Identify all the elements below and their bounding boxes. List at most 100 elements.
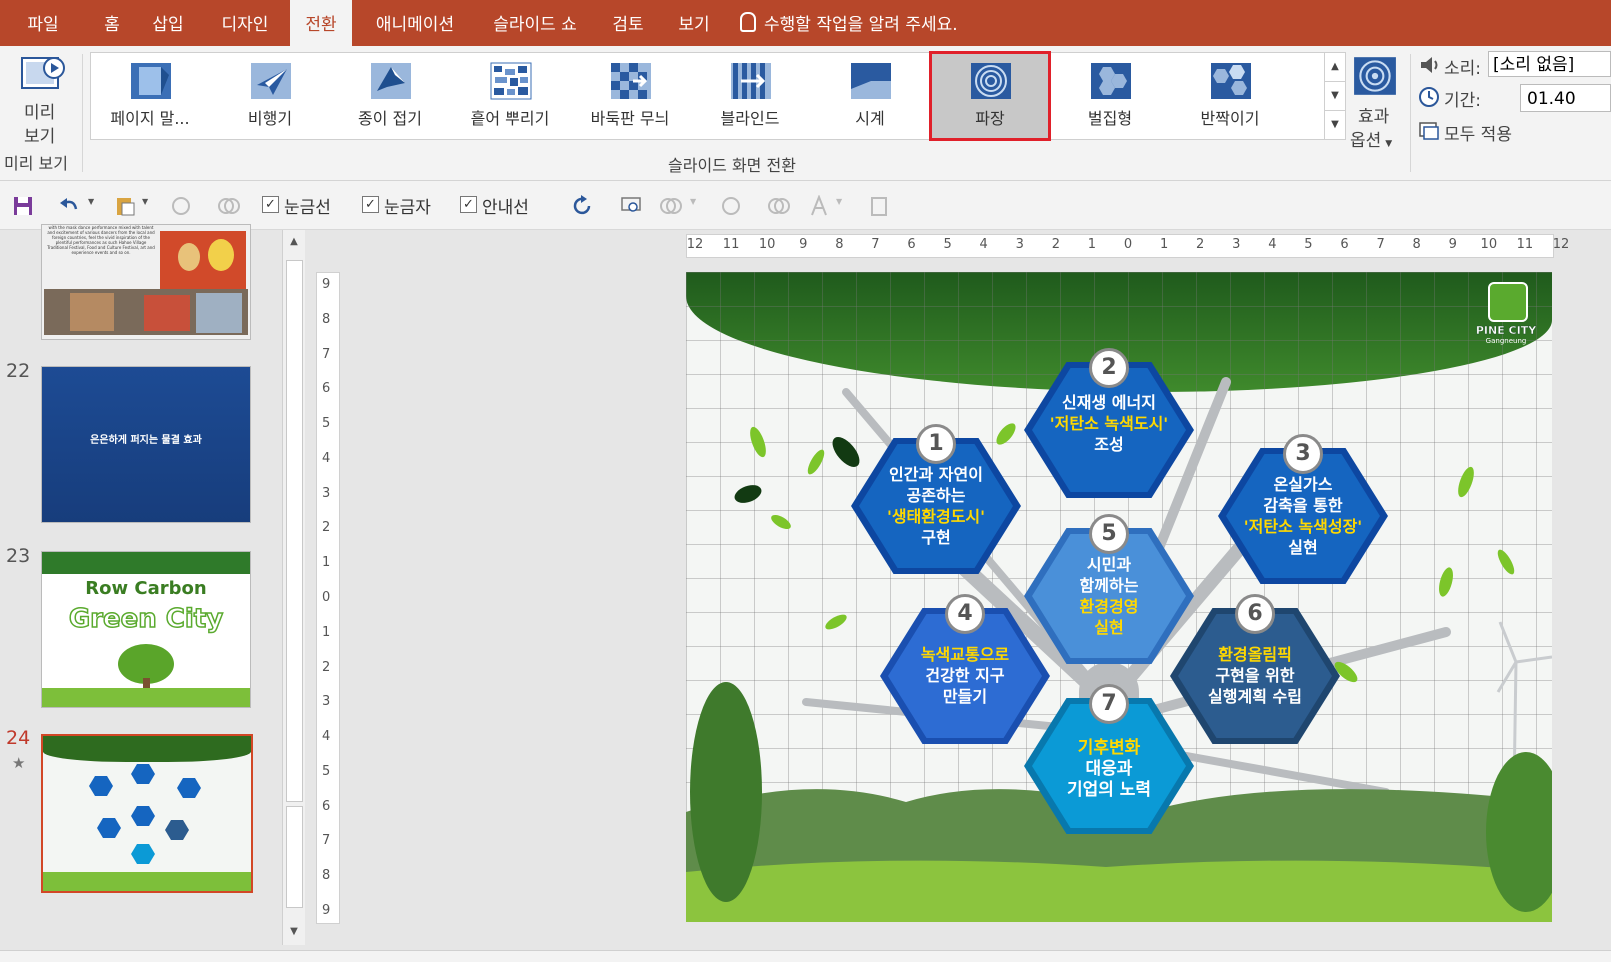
page-curl-icon	[131, 63, 171, 99]
slide-canvas[interactable]: PINE CITY Gangneung 신재생 에너지 '저탄소 녹색도시' 조성 …	[686, 272, 1552, 922]
scroll-up-icon[interactable]: ▲	[283, 230, 305, 254]
transition-checkerboard[interactable]: 바둑판 무늬	[571, 53, 689, 139]
tab-view[interactable]: 보기	[666, 0, 722, 46]
undo-icon[interactable]	[58, 195, 80, 217]
hex-badge-2: 2	[1089, 348, 1129, 388]
gallery-more-button[interactable]: ▼	[1324, 110, 1346, 140]
checkerboard-icon	[611, 63, 651, 99]
tell-me-box[interactable]: 수행할 작업을 알려 주세요.	[740, 0, 958, 46]
tell-me-text: 수행할 작업을 알려 주세요.	[764, 15, 958, 35]
transition-gallery: 페이지 말... 비행기 종이 접기 흩어 뿌리기 바둑판 무늬 블라인드 시계	[90, 51, 1326, 141]
gallery-scroll-up[interactable]: ▲	[1324, 52, 1346, 82]
chevron-down-icon[interactable]: ▼	[142, 197, 148, 206]
transition-page-curl[interactable]: 페이지 말...	[91, 53, 209, 139]
slide21-photo	[160, 231, 246, 295]
ruler-tick-label: 11	[722, 237, 740, 252]
tab-transitions[interactable]: 전환	[290, 0, 352, 46]
apply-all-icon	[1418, 120, 1440, 142]
slide-thumbnail-21[interactable]: with the mask dance performance mixed wi…	[41, 224, 251, 340]
ruler-tick-label: 7	[1376, 237, 1385, 252]
ruler-tick-label: 12	[686, 237, 704, 252]
presenter-icon[interactable]	[620, 195, 642, 217]
reset-icon[interactable]	[572, 195, 594, 217]
status-bar	[0, 950, 1611, 962]
transition-scatter[interactable]: 흩어 뿌리기	[451, 53, 569, 139]
hex-badge-4: 4	[945, 594, 985, 634]
transition-origami[interactable]: 종이 접기	[331, 53, 449, 139]
slide-number-22: 22	[6, 360, 31, 382]
shape-merge-icon	[172, 197, 190, 215]
ruler-tick-label: 1	[1159, 237, 1169, 252]
lightbulb-icon	[740, 12, 756, 32]
ripple-icon	[971, 63, 1011, 99]
shape-subtract-icon	[722, 197, 740, 215]
scrollbar-thumb[interactable]	[286, 806, 303, 908]
shape-union-icon	[218, 198, 240, 214]
slide-thumbnail-24[interactable]	[41, 734, 253, 893]
slide-thumbnail-22[interactable]: 은은하게 퍼지는 물결 효과	[41, 366, 251, 523]
ruler-tick-label: 7	[871, 237, 880, 252]
ruler-tick-label: 3	[322, 694, 331, 710]
tab-animations[interactable]: 애니메이션	[360, 0, 470, 46]
scroll-down-icon[interactable]: ▼	[283, 920, 305, 944]
sound-select[interactable]: [소리 없음]	[1488, 51, 1611, 77]
ruler-tick-label: 8	[322, 311, 331, 327]
save-icon[interactable]	[12, 195, 34, 217]
apply-all-button[interactable]: 모두 적용	[1444, 120, 1512, 145]
ruler-tick-label: 9	[799, 237, 808, 252]
slide22-title: 은은하게 퍼지는 물결 효과	[90, 435, 202, 446]
clock-wipe-icon	[851, 63, 891, 99]
transition-clock[interactable]: 시계	[811, 53, 929, 139]
tab-insert[interactable]: 삽입	[140, 0, 196, 46]
transition-glitter[interactable]: 반짝이기	[1171, 53, 1289, 139]
ruler-tick-label: 3	[322, 485, 331, 501]
guides-checkbox[interactable]: ✓	[460, 196, 477, 213]
chevron-down-icon[interactable]: ▼	[88, 197, 94, 206]
ruler-checkbox[interactable]: ✓	[362, 196, 379, 213]
ruler-tick-label: 4	[322, 450, 331, 466]
slide23-line2: Green City	[68, 603, 224, 635]
ruler-tick-label: 10	[1480, 237, 1498, 252]
transition-blinds[interactable]: 블라인드	[691, 53, 809, 139]
ruler-tick-label: 9	[1448, 237, 1457, 252]
preview-label-1: 미리	[24, 103, 56, 123]
tab-design[interactable]: 디자인	[208, 0, 282, 46]
ruler-tick-label: 6	[907, 237, 916, 252]
paste-icon[interactable]	[114, 195, 136, 217]
hex-badge-5: 5	[1089, 514, 1129, 554]
ruler-tick-label: 2	[1196, 237, 1205, 252]
chevron-down-icon: ▼	[690, 197, 697, 206]
blinds-icon	[731, 63, 771, 99]
ruler-tick-label: 8	[322, 868, 331, 884]
transition-airplane[interactable]: 비행기	[211, 53, 329, 139]
duration-input[interactable]: 01.40	[1520, 84, 1611, 112]
group-divider	[1410, 54, 1411, 172]
preview-button[interactable]	[18, 54, 68, 94]
ruler-tick-label: 1	[1087, 237, 1097, 252]
logo-text: PINE CITY	[1475, 324, 1537, 337]
tab-file[interactable]: 파일	[12, 0, 74, 46]
group-divider	[82, 54, 83, 172]
tab-review[interactable]: 검토	[600, 0, 656, 46]
effect-options-button[interactable]	[1352, 54, 1402, 100]
slide21-photo-strip	[44, 289, 248, 335]
menu-bar: 파일 홈 삽입 디자인 전환 애니메이션 슬라이드 쇼 검토 보기 수행할 작업…	[0, 0, 1611, 46]
tab-home[interactable]: 홈	[92, 0, 132, 46]
shape-intersect-icon	[660, 198, 682, 214]
animation-star-icon: ★	[12, 754, 26, 772]
hex-badge-7: 7	[1089, 684, 1129, 724]
slide21-text: with the mask dance performance mixed wi…	[47, 225, 155, 255]
chevron-down-icon: ▼	[1385, 139, 1393, 149]
scatter-icon	[490, 62, 532, 100]
tab-slideshow[interactable]: 슬라이드 쇼	[480, 0, 590, 46]
transition-honeycomb[interactable]: 벌집형	[1051, 53, 1169, 139]
ruler-tick-label: 9	[322, 903, 331, 918]
gridlines-checkbox[interactable]: ✓	[262, 196, 279, 213]
transition-ripple[interactable]: 파장	[929, 51, 1051, 141]
slide-thumbnail-23[interactable]: Row Carbon Green City	[41, 551, 251, 708]
ruler-tick-label: 8	[1412, 237, 1421, 252]
thumbnail-scrollbar[interactable]: ▲ ▼	[282, 230, 305, 945]
ruler-label: 눈금자	[384, 198, 431, 218]
gallery-scroll-down[interactable]: ▼	[1324, 81, 1346, 111]
ruler-tick-label: 12	[1552, 237, 1570, 252]
